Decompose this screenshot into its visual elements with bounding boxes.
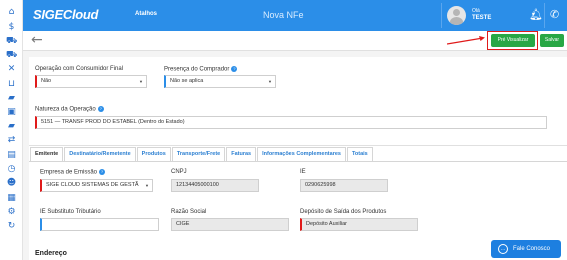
avatar (447, 6, 466, 25)
natureza-operacao-input[interactable]: 5151 — TRANSF PROD DO ESTABEL (Dentro do… (35, 116, 547, 129)
consumidor-final-select[interactable]: Não (35, 75, 147, 88)
consumidor-final-label: Operação com Consumidor Final (35, 66, 124, 72)
natureza-operacao-label-text: Natureza da Operação (35, 106, 96, 113)
home-icon[interactable]: ⌂ (6, 7, 17, 18)
help-icon[interactable]: ? (231, 66, 238, 72)
atalhos-menu[interactable]: Atalhos (135, 11, 157, 17)
main-card: Operação com Consumidor Final Não Presen… (29, 57, 567, 260)
cart-icon[interactable]: ⛟ (6, 50, 17, 61)
bell-icon[interactable]: 🔔︎ (529, 8, 543, 21)
box-icon[interactable]: ▣ (6, 107, 17, 118)
annotation-arrow (447, 36, 485, 45)
chat-icon: … (498, 244, 508, 254)
chart-icon[interactable]: ▤ (6, 150, 17, 161)
greeting: Olá (472, 8, 480, 14)
ie-substituto-input[interactable] (40, 218, 159, 231)
tab-bar: Emitente Destinatário/Remetente Produtos… (30, 147, 374, 161)
users-icon[interactable]: ☻ (6, 178, 17, 189)
deposito-label: Depósito de Saída dos Produtos (300, 209, 387, 215)
presenca-comprador-select[interactable]: Não se aplica (164, 75, 276, 88)
document-icon[interactable]: ▦ (6, 193, 17, 204)
ie-substituto-label: IE Substituto Tributário (40, 209, 101, 215)
divider (29, 145, 567, 146)
tab-informacoes[interactable]: Informações Complementares (257, 147, 346, 161)
gear-icon[interactable]: ⚙ (6, 207, 17, 218)
help-icon[interactable]: ? (99, 169, 106, 175)
ie-field: 0290625998 (300, 179, 388, 192)
fale-conosco-label: Fale Conosco (513, 246, 551, 252)
salvar-button[interactable]: Salvar (540, 34, 564, 47)
tab-destinatario[interactable]: Destinatário/Remetente (64, 147, 136, 161)
tools-icon[interactable]: ✕ (6, 64, 17, 75)
logo[interactable]: SIGECloud (33, 7, 99, 22)
tab-totais[interactable]: Totais (346, 147, 373, 161)
presenca-comprador-label: Presença do Comprador? (164, 66, 238, 73)
top-bar: SIGECloud Atalhos Nova NFe Olá TESTE ▾ 🔔… (23, 0, 567, 31)
endereco-heading: Endereço (35, 250, 67, 257)
phone-icon[interactable]: ✆ (550, 8, 559, 21)
tab-emitente[interactable]: Emitente (30, 147, 64, 161)
presenca-comprador-label-text: Presença do Comprador (164, 66, 230, 73)
cnpj-field: 12134405000100 (171, 179, 259, 192)
dollar-icon[interactable]: $ (6, 22, 17, 33)
transfer-icon[interactable]: ⇄ (6, 135, 17, 146)
tab-produtos[interactable]: Produtos (136, 147, 171, 161)
sidebar: ⌂ $ ⛟ ⛟ ✕ ⊔ ▰ ▣ ▰ ⇄ ▤ ◷ ☻ ▦ ⚙ ↻ (0, 0, 23, 260)
empresa-label-text: Empresa de Emissão (40, 169, 98, 176)
basket-icon[interactable]: ⊔ (6, 79, 17, 90)
tab-faturas[interactable]: Faturas (226, 147, 257, 161)
fale-conosco-button[interactable]: … Fale Conosco (491, 240, 561, 258)
page-title: Nova NFe (263, 10, 304, 20)
ie-label: IE (300, 169, 306, 175)
truck-icon[interactable]: ▰ (6, 93, 17, 104)
back-arrow-icon[interactable]: ← (31, 32, 43, 48)
pre-visualizar-button[interactable]: Pré Visualizar (491, 34, 535, 47)
sync-icon[interactable]: ↻ (6, 221, 17, 232)
natureza-operacao-label: Natureza da Operação? (35, 106, 104, 113)
username: TESTE (472, 15, 492, 21)
tabs-underline (29, 161, 567, 162)
razao-social-label: Razão Social (171, 209, 207, 215)
help-icon[interactable]: ? (97, 106, 104, 112)
deposito-field: Depósito Auxiliar (300, 218, 418, 231)
cnpj-label: CNPJ (171, 169, 187, 175)
tab-transporte[interactable]: Transporte/Frete (171, 147, 226, 161)
empresa-select[interactable]: SIGE CLOUD SISTEMAS DE GESTÃ (40, 179, 153, 192)
clock-icon[interactable]: ◷ (6, 164, 17, 175)
truck-icon[interactable]: ▰ (6, 121, 17, 132)
empresa-label: Empresa de Emissão? (40, 169, 106, 176)
cart-icon[interactable]: ⛟ (6, 36, 17, 47)
razao-social-field: CIGE (171, 218, 289, 231)
